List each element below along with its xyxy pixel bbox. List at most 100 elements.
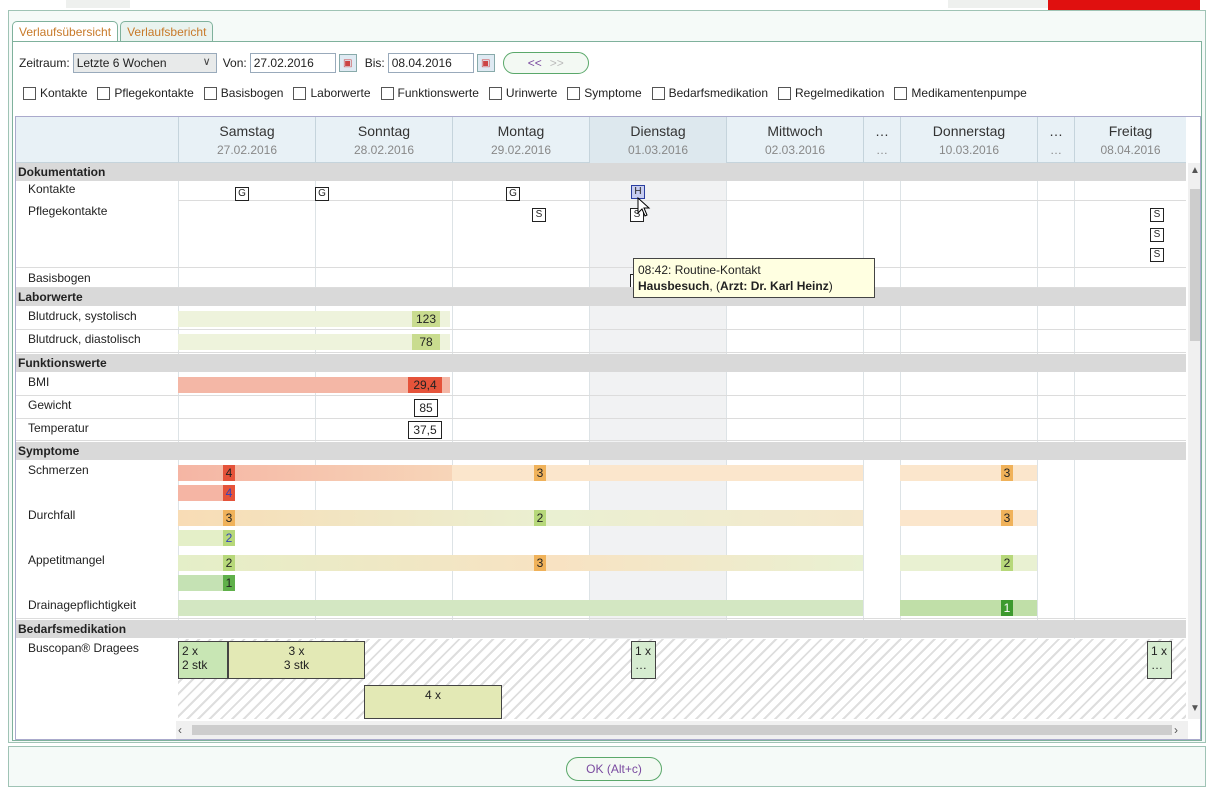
schmerzen-value[interactable]: 3 (534, 465, 546, 481)
day-name: Sonntag (357, 123, 411, 139)
row-label-kontakte: Kontakte (28, 182, 76, 196)
checkbox[interactable] (293, 86, 307, 100)
filter-symptome[interactable]: Symptome (567, 86, 642, 100)
column-header-gap[interactable]: …… (1037, 117, 1074, 163)
appetit-value[interactable]: 2 (1001, 555, 1013, 571)
schmerzen-value[interactable]: 4 (223, 485, 235, 501)
horizontal-scrollbar[interactable]: ‹ › (176, 721, 1188, 739)
scroll-thumb[interactable] (192, 725, 1172, 735)
schmerzen-value[interactable]: 3 (1001, 465, 1013, 481)
bmi-value[interactable]: 29,4 (408, 377, 442, 393)
prev-period-button[interactable]: << (528, 56, 542, 70)
column-header[interactable]: Mittwoch 02.03.2016 (726, 117, 863, 163)
filter-label: Symptome (584, 86, 642, 100)
durchfall-value[interactable]: 2 (223, 530, 235, 546)
checkbox[interactable] (651, 86, 665, 100)
zeitraum-select[interactable]: Letzte 6 Wochen ∨ (72, 53, 217, 73)
care-contact-mark[interactable]: S (532, 208, 546, 222)
appetit-value[interactable]: 1 (223, 575, 235, 591)
checkbox[interactable] (203, 86, 217, 100)
bp-dia-value[interactable]: 78 (412, 334, 440, 350)
row-label-durchfall: Durchfall (28, 508, 76, 522)
filter-urinwerte[interactable]: Urinwerte (488, 86, 557, 100)
checkbox[interactable] (567, 86, 581, 100)
scroll-left-icon[interactable]: ‹ (178, 723, 182, 737)
calendar-icon[interactable]: ▣ (338, 54, 357, 72)
column-header[interactable]: Dienstag 01.03.2016 (589, 117, 726, 163)
contact-mark[interactable]: G (315, 187, 329, 201)
schmerzen-value[interactable]: 4 (223, 465, 235, 481)
medication-block[interactable]: 1 x… (1147, 641, 1172, 679)
column-header[interactable]: Freitag 08.04.2016 (1074, 117, 1186, 163)
scroll-down-icon[interactable]: ▼ (1190, 703, 1200, 714)
appetit-value[interactable]: 2 (223, 555, 235, 571)
symptom-bar (452, 465, 863, 481)
vertical-scrollbar[interactable]: ▲ ▼ (1188, 163, 1200, 719)
filter-basisbogen[interactable]: Basisbogen (203, 86, 284, 100)
medication-block[interactable]: 1 x… (631, 641, 656, 679)
column-header[interactable]: Samstag 27.02.2016 (178, 117, 315, 163)
filter-regelmedikation[interactable]: Regelmedikation (778, 86, 884, 100)
von-date-field[interactable]: 27.02.2016 (249, 53, 336, 73)
durchfall-value[interactable]: 3 (1001, 510, 1013, 526)
symptom-bar (900, 600, 1037, 616)
mouse-cursor-icon (637, 197, 651, 217)
day-date: 01.03.2016 (627, 143, 689, 157)
appetit-value[interactable]: 3 (534, 555, 546, 571)
symptom-bar (178, 510, 863, 526)
contact-mark[interactable]: G (506, 187, 520, 201)
day-name: … (1049, 123, 1063, 139)
section-bedarfsmedikation: Bedarfsmedikation (16, 620, 1186, 638)
chevron-down-icon: ∨ (202, 56, 211, 68)
care-contact-mark[interactable]: S (1150, 248, 1164, 262)
filter-bedarfsmedikation[interactable]: Bedarfsmedikation (651, 86, 769, 100)
filter-funktionswerte[interactable]: Funktionswerte (380, 86, 479, 100)
filter-kontakte[interactable]: Kontakte (23, 86, 87, 100)
checkbox[interactable] (894, 86, 908, 100)
symptom-bar (178, 555, 863, 571)
gewicht-value[interactable]: 85 (414, 399, 438, 417)
column-header[interactable]: Donnerstag 10.03.2016 (900, 117, 1037, 163)
durchfall-value[interactable]: 3 (223, 510, 235, 526)
symptom-bar (178, 530, 228, 546)
section-laborwerte: Laborwerte (16, 288, 1186, 306)
bis-date-field[interactable]: 08.04.2016 (387, 53, 474, 73)
filter-laborwerte[interactable]: Laborwerte (293, 86, 371, 100)
bp-sys-value[interactable]: 123 (412, 311, 440, 327)
column-header[interactable]: Sonntag 28.02.2016 (315, 117, 452, 163)
med-line: 2 x (182, 644, 199, 658)
temperatur-value[interactable]: 37,5 (408, 421, 442, 439)
tab-verlaufsbericht[interactable]: Verlaufsbericht (120, 21, 214, 42)
filter-label: Bedarfsmedikation (668, 86, 769, 100)
timeline-body: Dokumentation Kontakte G G G H Pflegekon… (16, 163, 1186, 719)
row-divider (16, 418, 1186, 419)
checkbox[interactable] (23, 86, 36, 100)
symptom-bar (178, 600, 863, 616)
contact-mark[interactable]: G (235, 187, 249, 201)
scroll-right-icon[interactable]: › (1174, 723, 1178, 737)
filter-label: Basisbogen (220, 86, 284, 100)
next-period-button[interactable]: >> (550, 56, 564, 70)
care-contact-mark[interactable]: S (1150, 228, 1164, 242)
checkbox[interactable] (97, 86, 111, 100)
filter-label: Medikamentenpumpe (911, 86, 1027, 100)
checkbox[interactable] (778, 86, 792, 100)
column-header[interactable]: Montag 29.02.2016 (452, 117, 589, 163)
filter-medikamentenpumpe[interactable]: Medikamentenpumpe (894, 86, 1027, 100)
scroll-thumb[interactable] (1190, 189, 1200, 341)
column-header-gap[interactable]: …… (863, 117, 900, 163)
row-label-gewicht: Gewicht (28, 398, 72, 412)
medication-block[interactable]: 4 x (364, 685, 502, 719)
tab-verlaufsuebersicht[interactable]: Verlaufsübersicht (12, 21, 119, 42)
ok-button[interactable]: OK (Alt+c) (566, 757, 662, 781)
scroll-up-icon[interactable]: ▲ (1190, 165, 1200, 176)
durchfall-value[interactable]: 2 (534, 510, 546, 526)
drainage-value[interactable]: 1 (1001, 600, 1013, 616)
filter-pflegekontakte[interactable]: Pflegekontakte (97, 86, 194, 100)
care-contact-mark[interactable]: S (1150, 208, 1164, 222)
medication-block[interactable]: 2 x2 stk (178, 641, 228, 679)
checkbox[interactable] (488, 86, 502, 100)
checkbox[interactable] (380, 86, 394, 100)
calendar-icon[interactable]: ▣ (476, 54, 495, 72)
medication-block[interactable]: 3 x3 stk (228, 641, 365, 679)
